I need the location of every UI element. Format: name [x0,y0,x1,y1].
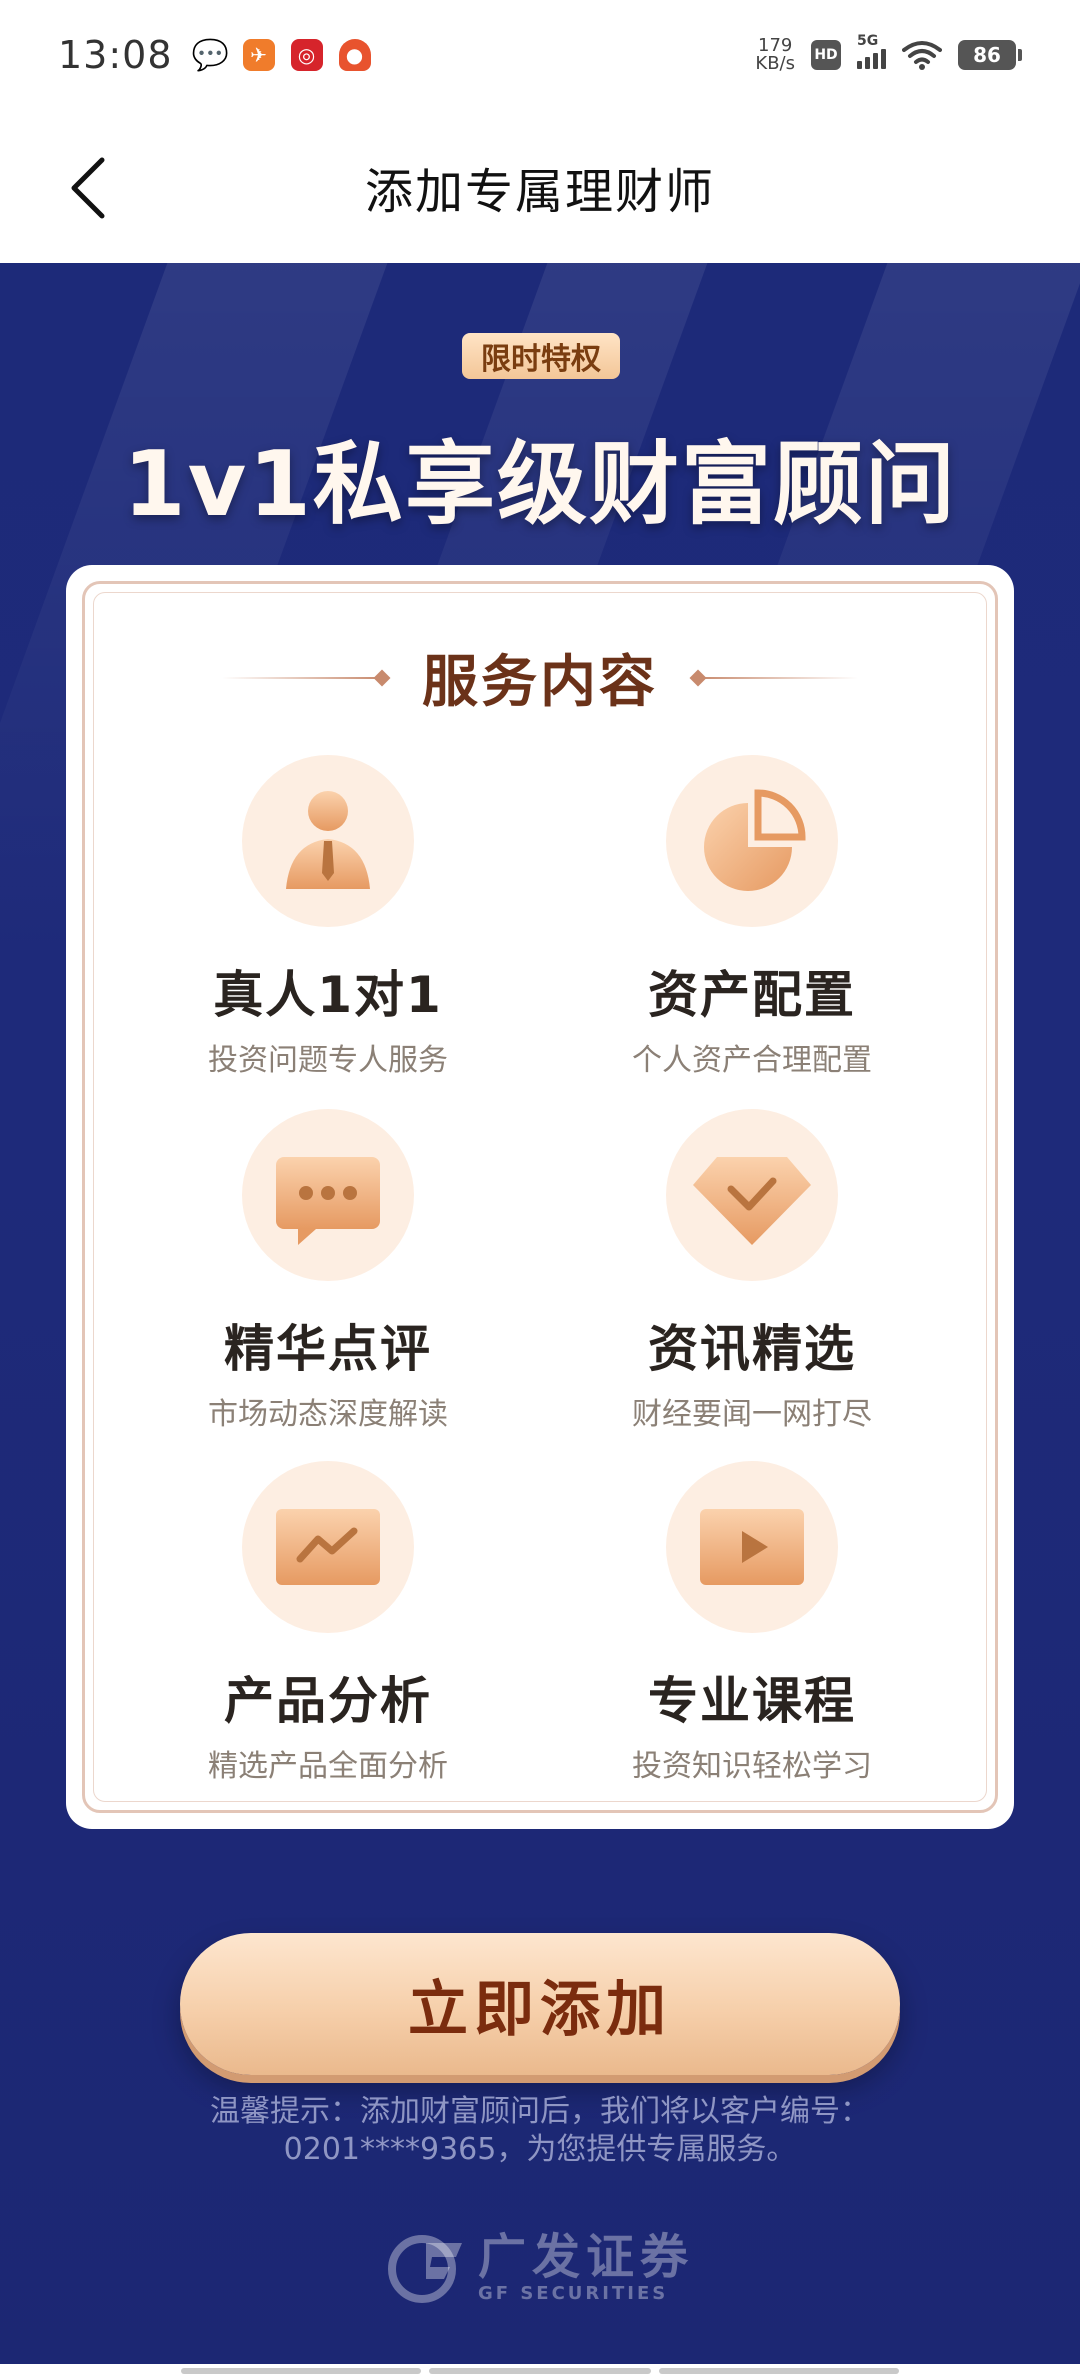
service-name: 产品分析 [224,1672,432,1730]
service-desc: 投资问题专人服务 [208,1043,448,1078]
main-content: 限时特权 1v1私享级财富顾问 服务内容 真人1对1 投资问题专人服务 资产配置… [0,263,1080,2376]
service-name: 精华点评 [224,1320,432,1378]
bank-app-icon: ◎ [290,39,323,71]
advisor-person-icon [286,791,370,889]
status-bar: 13:08 💬 ✈ ◎ ● 179 KB/s HD 5G 86 [0,0,1080,110]
back-button[interactable] [48,148,128,228]
section-header: 服务内容 [66,637,1014,718]
divider-left [222,669,391,686]
status-time: 13:08 [58,33,173,77]
tip-text: 温馨提示：添加财富顾问后，我们将以客户编号： 0201****9365，为您提供… [120,2093,960,2169]
app-notification-icon: ✈ [242,39,275,71]
system-gesture-bar [0,2364,1080,2376]
chevron-left-icon [71,157,105,219]
service-card: 服务内容 真人1对1 投资问题专人服务 资产配置 个人资产合理配置 精华点评 市… [66,565,1014,1829]
cell-signal-icon: 5G [857,33,886,69]
limited-privilege-badge: 限时特权 [462,333,620,379]
chat-bubble-icon [276,1157,380,1245]
service-desc: 精选产品全面分析 [208,1749,448,1784]
service-desc: 市场动态深度解读 [208,1397,448,1432]
hero-title: 1v1私享级财富顾问 [123,432,957,537]
tip-line-2: 0201****9365，为您提供专属服务。 [283,2132,797,2167]
battery-level: 86 [958,40,1016,70]
service-desc: 个人资产合理配置 [632,1043,872,1078]
wifi-icon [902,41,942,70]
speed-unit: KB/s [755,53,795,74]
brand-name-en: GF SECURITIES [477,2283,669,2304]
status-indicators: 179 KB/s HD 5G 86 [755,33,1022,73]
service-item-courses: 专业课程 投资知识轻松学习 [592,1461,912,1785]
service-item-advisor: 真人1对1 投资问题专人服务 [168,755,488,1079]
brand-name-cn: 广发证券 [477,2229,694,2285]
service-item-asset-allocation: 资产配置 个人资产合理配置 [592,755,912,1079]
gf-logo-icon [387,2234,462,2303]
page-title: 添加专属理财师 [364,163,715,220]
divider-right [689,669,858,686]
service-name: 资讯精选 [648,1320,856,1378]
network-type: 5G [857,33,879,49]
service-item-commentary: 精华点评 市场动态深度解读 [168,1109,488,1433]
trend-chart-icon [276,1509,380,1585]
service-item-news: 资讯精选 财经要闻一网打尽 [592,1109,912,1433]
service-name: 真人1对1 [213,966,443,1024]
pie-chart-icon [704,789,806,891]
battery-icon: 86 [958,40,1022,70]
network-speed: 179 KB/s [755,37,795,73]
add-now-button[interactable]: 立即添加 [180,1933,900,2075]
service-name: 专业课程 [648,1672,856,1730]
service-name: 资产配置 [648,966,856,1024]
video-play-icon [700,1509,804,1585]
brand-logo: 广发证券 GF SECURITIES [0,2231,1080,2304]
section-title: 服务内容 [422,650,658,715]
notification-icons: 💬 ✈ ◎ ● [191,37,371,73]
service-item-product-analysis: 产品分析 精选产品全面分析 [168,1461,488,1785]
robot-app-icon: ● [338,39,371,71]
service-desc: 投资知识轻松学习 [632,1749,872,1784]
wechat-icon: 💬 [191,37,230,73]
nav-header: 添加专属理财师 [0,110,1080,263]
tip-line-1: 温馨提示：添加财富顾问后，我们将以客户编号： [210,2094,870,2129]
hd-icon: HD [811,40,841,70]
service-desc: 财经要闻一网打尽 [632,1397,872,1432]
diamond-icon [693,1157,811,1245]
